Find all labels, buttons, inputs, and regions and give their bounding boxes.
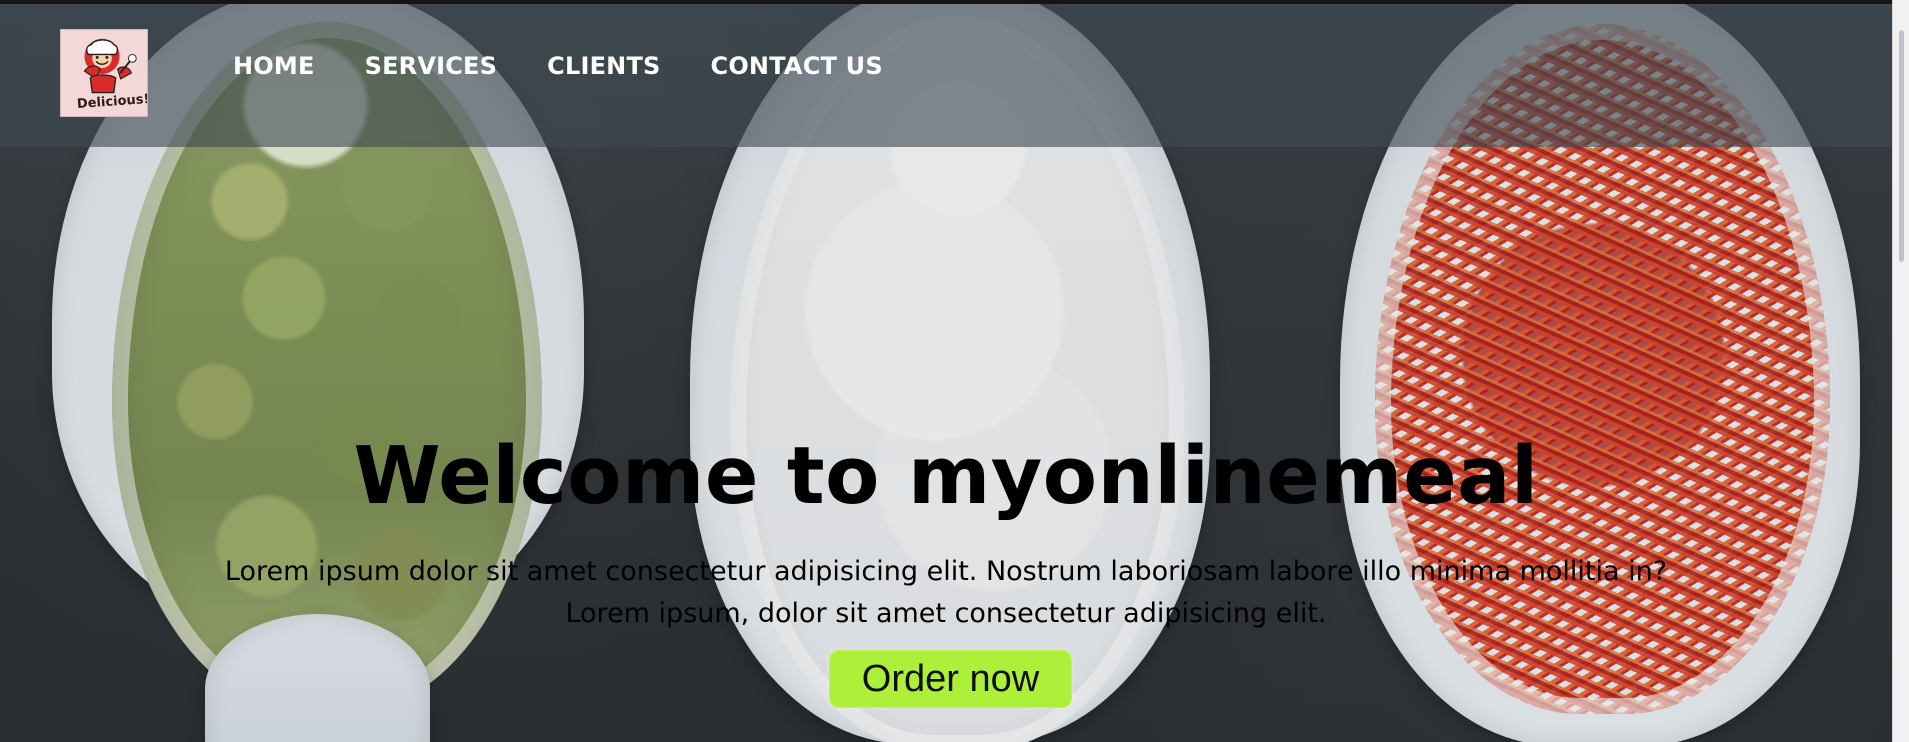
site-logo[interactable]: Delicious! <box>60 29 148 117</box>
hero-description-line-2: Lorem ipsum, dolor sit amet consectetur … <box>565 598 1327 629</box>
nav-clients[interactable]: CLIENTS <box>547 54 660 78</box>
site-header: Delicious! HOME SERVICES CLIENTS CONTACT… <box>0 4 1892 147</box>
page-frame: Delicious! HOME SERVICES CLIENTS CONTACT… <box>0 0 1909 742</box>
nav-services[interactable]: SERVICES <box>365 54 498 78</box>
browser-top-strip <box>0 0 1909 4</box>
page-scrollbar[interactable] <box>1892 0 1909 742</box>
hero-description-line-1: Lorem ipsum dolor sit amet consectetur a… <box>224 556 1668 587</box>
nav-contact-us[interactable]: CONTACT US <box>711 54 883 78</box>
main-navigation: HOME SERVICES CLIENTS CONTACT US <box>233 54 883 78</box>
order-now-button[interactable]: Order now <box>829 650 1072 708</box>
nav-home[interactable]: HOME <box>233 54 315 78</box>
scrollbar-thumb[interactable] <box>1899 30 1904 262</box>
page-title: Welcome to myonlinemeal <box>353 430 1539 522</box>
hero-description: Lorem ipsum dolor sit amet consectetur a… <box>0 551 1892 635</box>
